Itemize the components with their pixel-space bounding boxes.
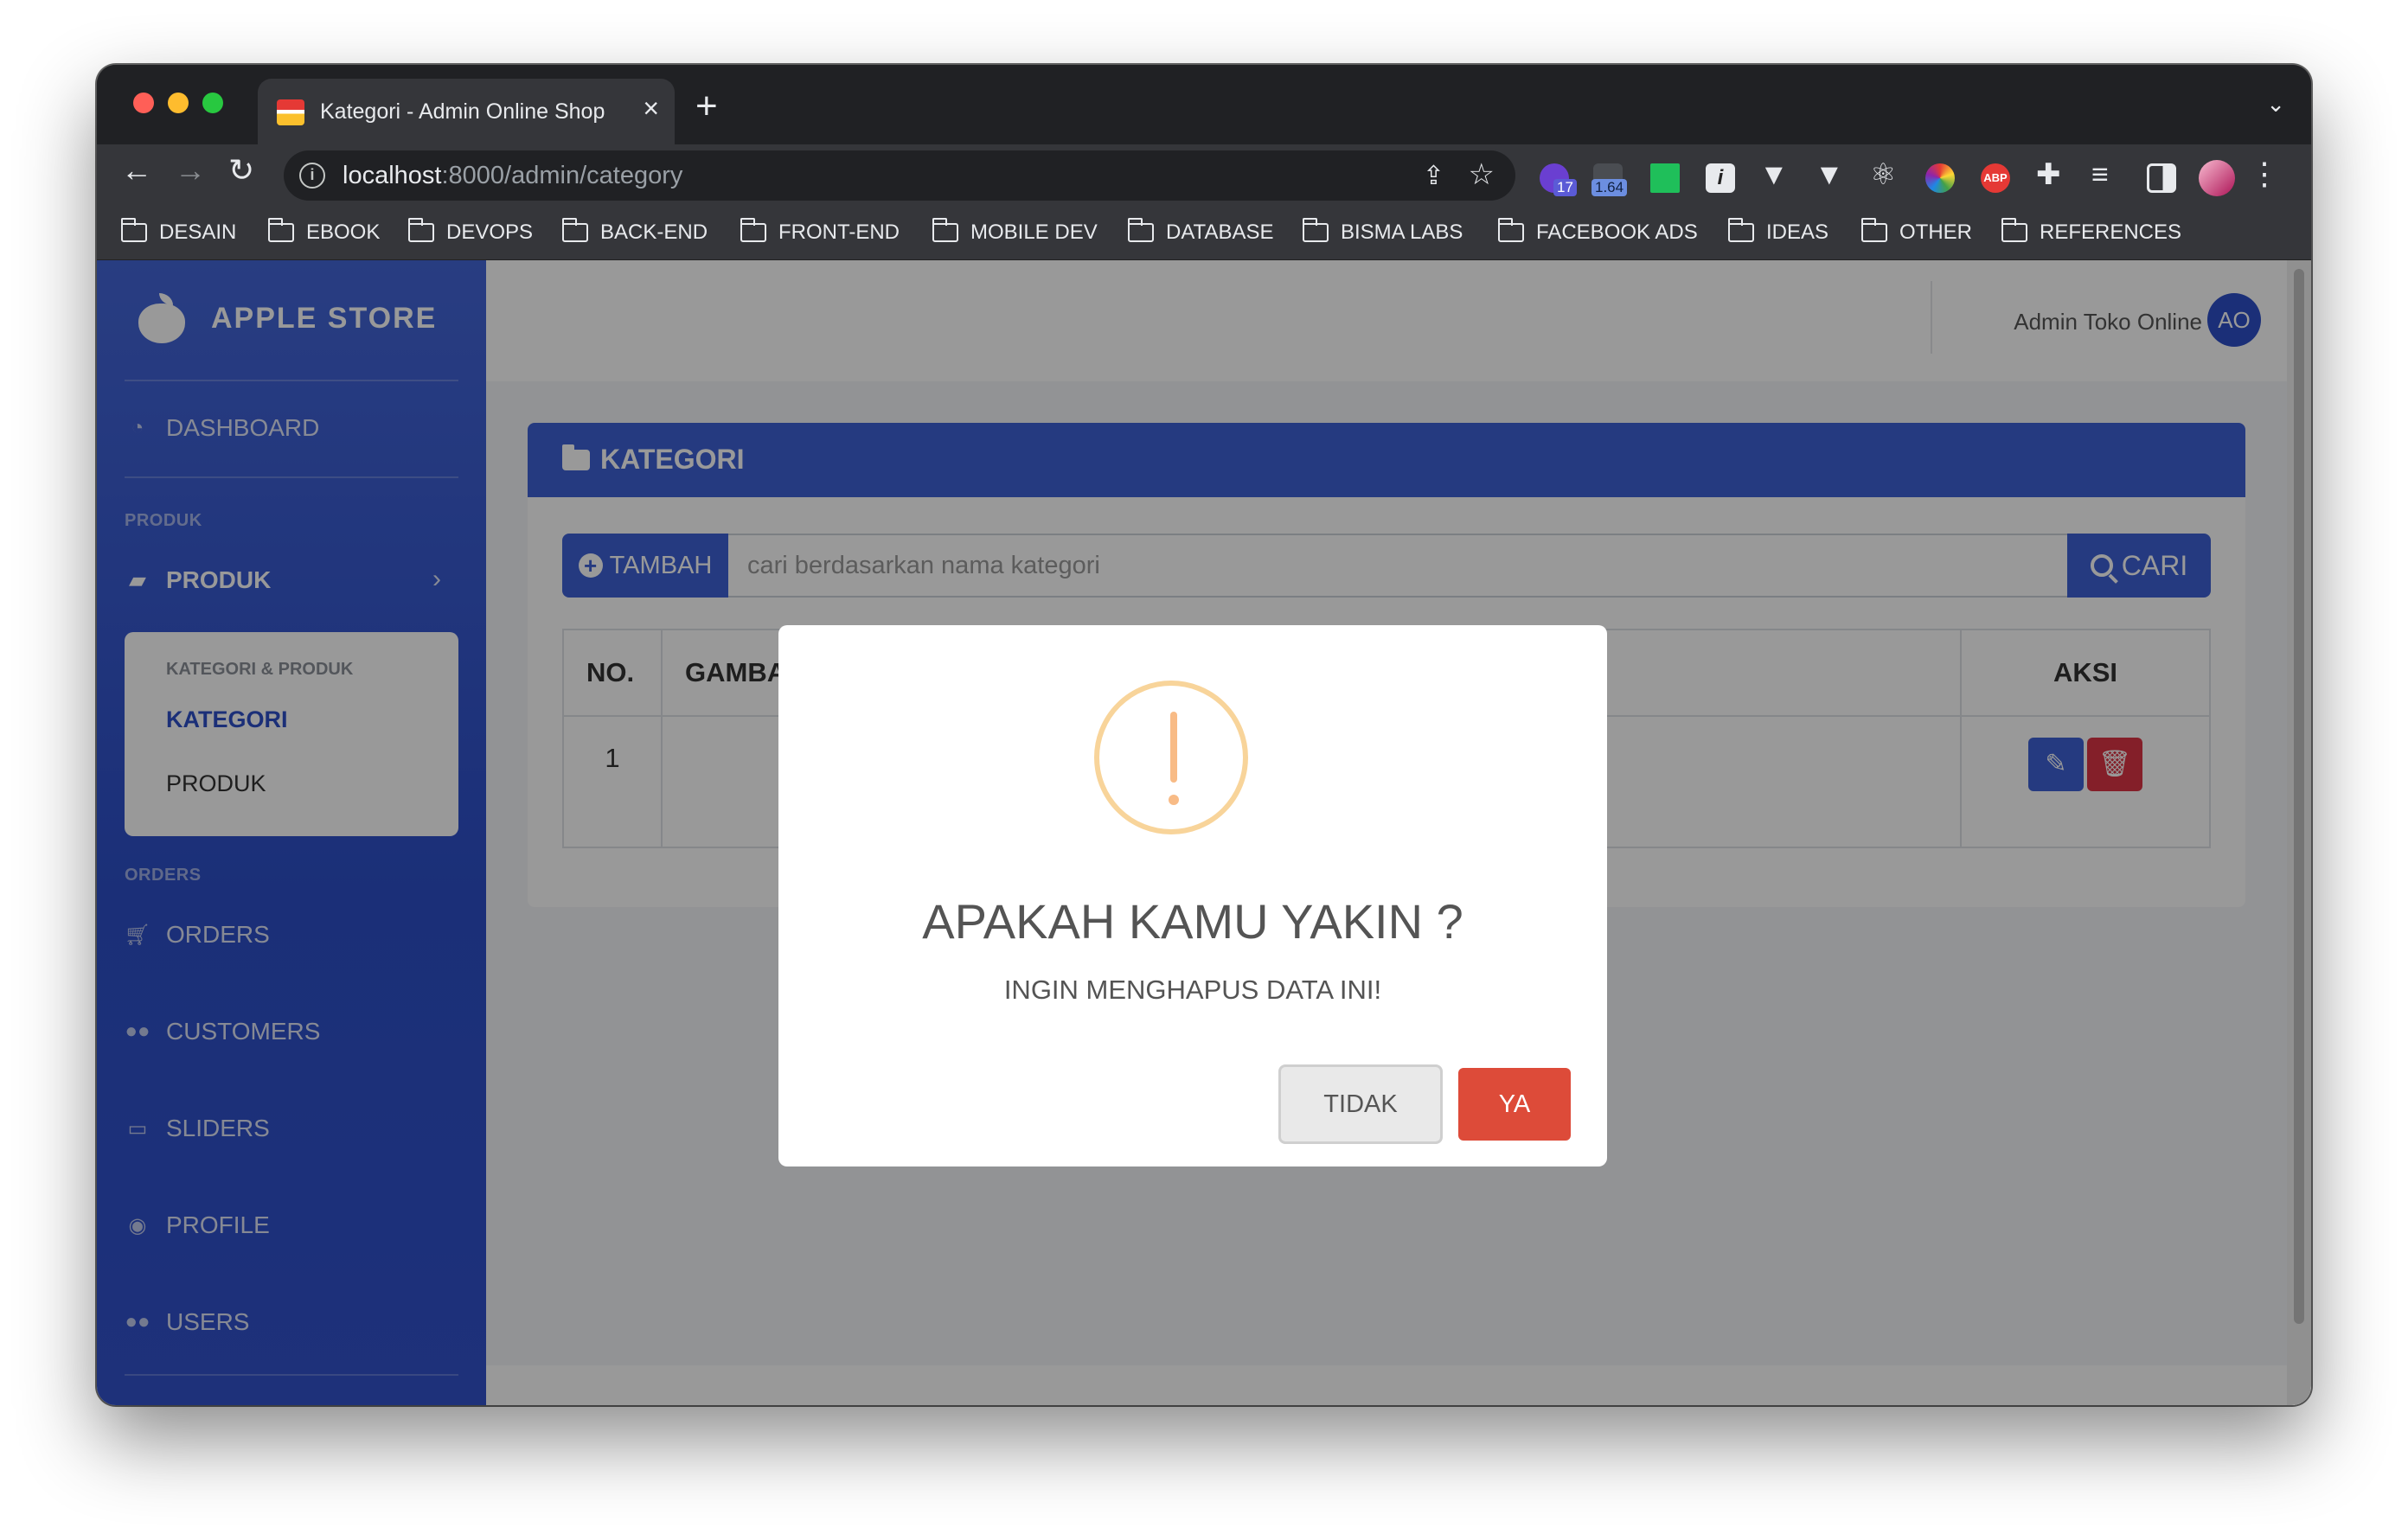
confirm-button[interactable]: YA	[1458, 1068, 1571, 1141]
extension-2-icon[interactable]: 1.64	[1591, 163, 1628, 196]
bookmark-front-end[interactable]: FRONT-END	[740, 218, 900, 245]
folder-icon	[1127, 218, 1154, 242]
maximize-window-button[interactable]	[202, 93, 223, 113]
extensions-puzzle-icon[interactable]: ✚	[2036, 160, 2061, 189]
folder-icon	[407, 218, 434, 242]
folder-icon	[561, 218, 588, 242]
bookmark-desain[interactable]: DESAIN	[120, 218, 236, 245]
tab-strip: Kategori - Admin Online Shop × + ⌄	[97, 65, 2311, 144]
folder-icon	[1302, 218, 1329, 242]
warning-icon	[1094, 681, 1248, 834]
dialog-message: INGIN MENGHAPUS DATA INI!	[1003, 975, 1382, 1005]
bookmark-database[interactable]: DATABASE	[1127, 218, 1273, 245]
folder-icon	[1497, 218, 1524, 242]
reading-list-icon[interactable]: ≡	[2091, 160, 2109, 189]
bookmark-references[interactable]: REFERENCES	[2001, 218, 2181, 245]
color-picker-extension-icon[interactable]	[1925, 163, 1955, 193]
bookmark-mobile-dev[interactable]: MOBILE DEV	[932, 218, 1098, 245]
info-extension-icon[interactable]: i	[1706, 163, 1735, 193]
green-square-extension-icon[interactable]	[1650, 163, 1680, 193]
close-window-button[interactable]	[133, 93, 154, 113]
bookmark-star-icon[interactable]: ☆	[1469, 157, 1495, 192]
tab-title: Kategori - Admin Online Shop	[320, 99, 605, 124]
address-bar[interactable]: i localhost:8000/admin/category ⇪ ☆	[284, 150, 1515, 201]
site-info-icon[interactable]: i	[299, 163, 325, 189]
bookmark-ideas[interactable]: IDEAS	[1727, 218, 1828, 245]
forward-arrow-icon[interactable]: →	[175, 155, 206, 186]
minimize-window-button[interactable]	[168, 93, 189, 113]
extension-1-icon[interactable]: 17	[1540, 163, 1577, 196]
store-favicon-icon	[277, 99, 304, 125]
dialog-title: APAKAH KAMU YAKIN ?	[922, 894, 1463, 949]
page-viewport: APPLE STORE ◔ DASHBOARD PRODUK ▰ PRODUK …	[97, 260, 2311, 1405]
reload-icon[interactable]: ↻	[228, 155, 254, 186]
bookmark-devops[interactable]: DEVOPS	[407, 218, 533, 245]
share-icon[interactable]: ⇪	[1423, 161, 1444, 191]
profile-avatar[interactable]	[2199, 160, 2235, 196]
tab-search-chevron-icon[interactable]: ⌄	[2266, 91, 2285, 118]
confirm-delete-dialog: APAKAH KAMU YAKIN ? INGIN MENGHAPUS DATA…	[778, 625, 1607, 1166]
folder-icon	[740, 218, 766, 242]
adblock-plus-icon[interactable]: ABP	[1981, 163, 2010, 193]
bookmark-other[interactable]: OTHER	[1860, 218, 1972, 245]
back-arrow-icon[interactable]: ←	[121, 155, 152, 186]
folder-icon	[267, 218, 294, 242]
folder-icon	[2001, 218, 2027, 242]
vue-devtools-alt-icon[interactable]: ▼	[1815, 160, 1844, 189]
folder-icon	[1727, 218, 1754, 242]
browser-toolbar: ← → ↻ i localhost:8000/admin/category ⇪ …	[97, 144, 2311, 208]
browser-tab[interactable]: Kategori - Admin Online Shop ×	[258, 79, 675, 144]
bookmarks-bar: DESAIN EBOOK DEVOPS BACK-END FRONT-END M…	[97, 208, 2311, 260]
bookmark-back-end[interactable]: BACK-END	[561, 218, 708, 245]
folder-icon	[932, 218, 958, 242]
react-devtools-icon[interactable]: ⚛	[1870, 160, 1896, 189]
bookmark-bisma-labs[interactable]: BISMA LABS	[1302, 218, 1463, 245]
cancel-button[interactable]: TIDAK	[1278, 1064, 1443, 1144]
folder-icon	[1860, 218, 1887, 242]
bookmark-facebook-ads[interactable]: FACEBOOK ADS	[1497, 218, 1698, 245]
browser-menu-icon[interactable]: ⋮	[2249, 158, 2280, 189]
folder-icon	[120, 218, 147, 242]
tab-close-icon[interactable]: ×	[643, 94, 659, 122]
url-text[interactable]: localhost:8000/admin/category	[343, 162, 682, 190]
new-tab-button[interactable]: +	[695, 87, 718, 125]
browser-window: Kategori - Admin Online Shop × + ⌄ ← → ↻…	[97, 65, 2311, 1405]
vue-devtools-icon[interactable]: ▼	[1759, 160, 1789, 189]
bookmark-ebook[interactable]: EBOOK	[267, 218, 380, 245]
side-panel-icon[interactable]	[2147, 163, 2176, 193]
